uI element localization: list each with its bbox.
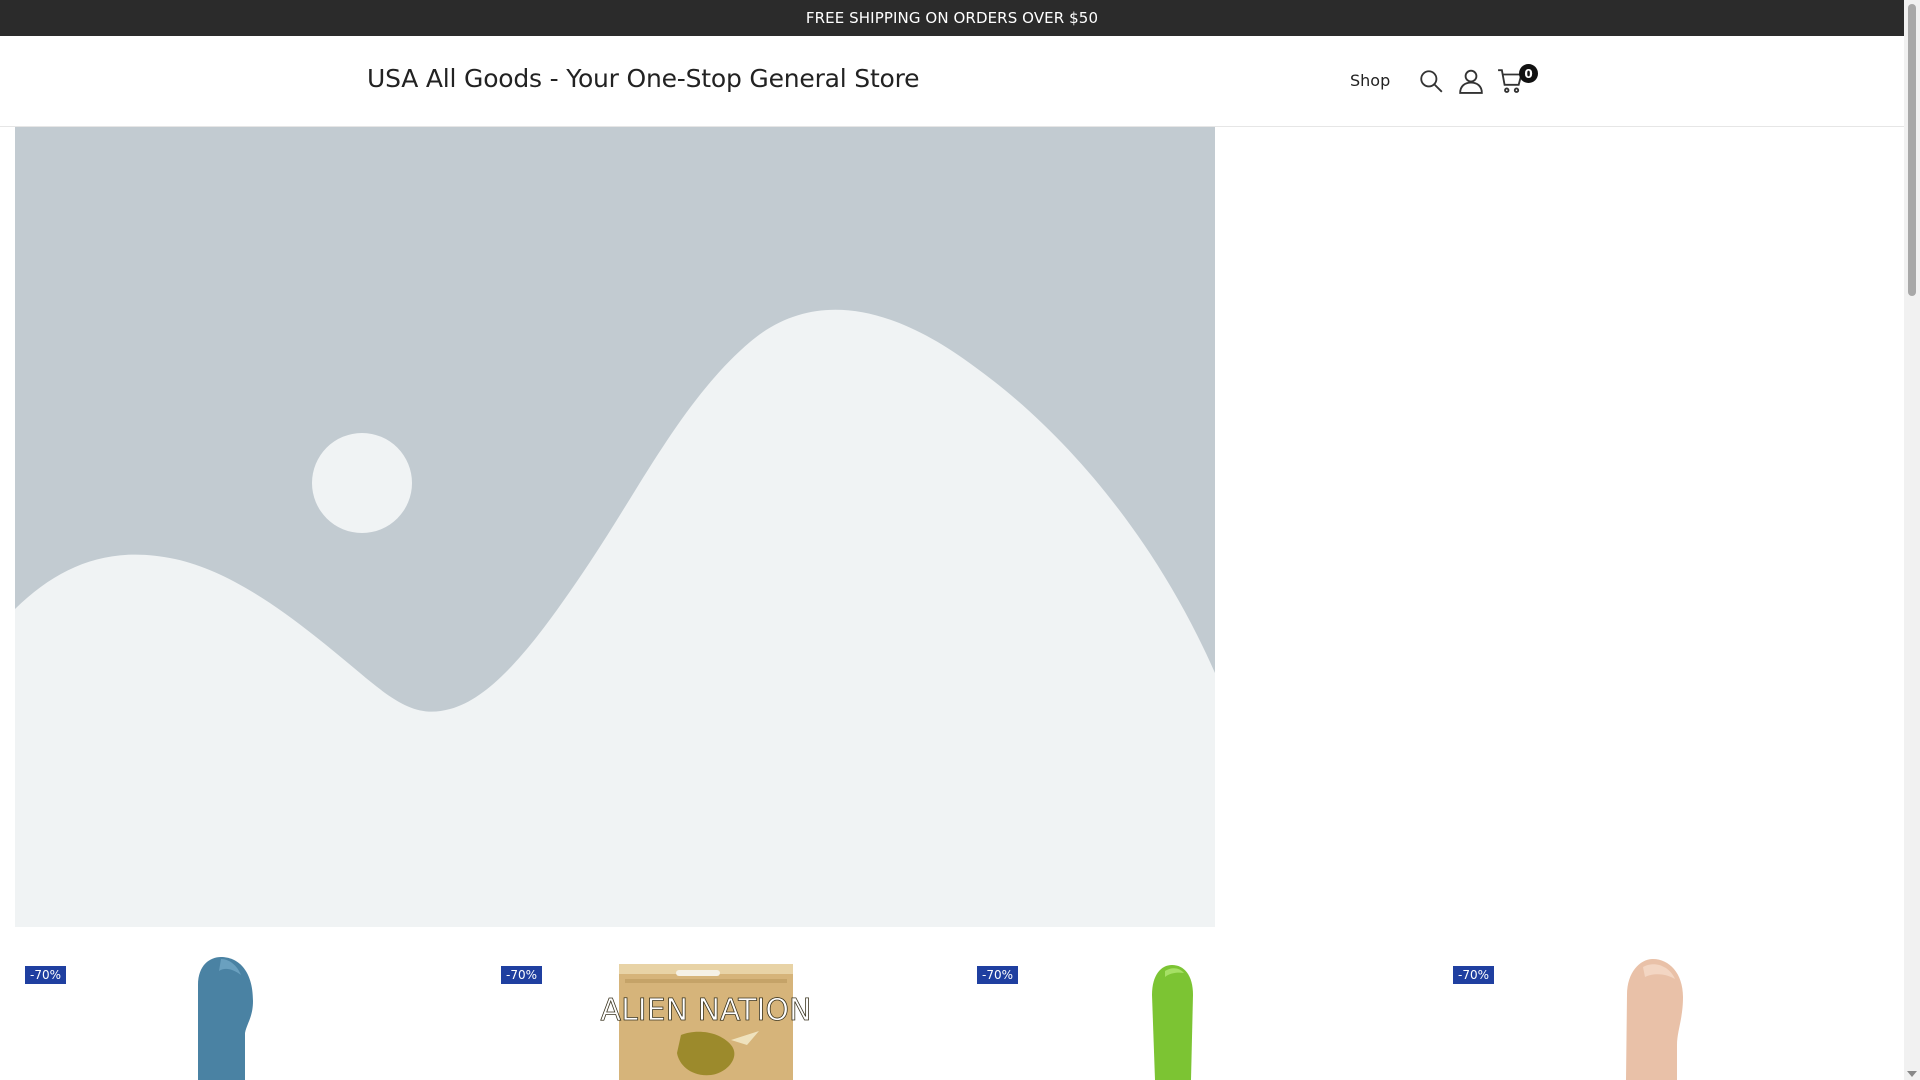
nav-shop-link[interactable]: Shop: [1350, 71, 1390, 90]
announcement-bar: FREE SHIPPING ON ORDERS OVER $50: [0, 0, 1904, 36]
product-image[interactable]: [967, 945, 1427, 1080]
product-image[interactable]: [15, 945, 475, 1080]
account-button[interactable]: [1456, 66, 1486, 96]
page-scrollbar[interactable]: [1904, 0, 1920, 1080]
product-grid: -70% -70% ALIEN NATION -70% -70%: [15, 945, 1905, 1080]
hero-image-placeholder: [15, 127, 1215, 927]
product-image[interactable]: ALIEN NATION: [491, 945, 951, 1080]
scroll-down-arrow-icon[interactable]: [1907, 1071, 1917, 1077]
product-card[interactable]: -70%: [1443, 945, 1903, 1080]
sale-badge: -70%: [977, 966, 1019, 984]
product-image[interactable]: [1443, 945, 1903, 1080]
image-placeholder-icon: [15, 127, 1215, 927]
product-card[interactable]: -70%: [967, 945, 1427, 1080]
site-title-link[interactable]: USA All Goods - Your One-Stop General St…: [367, 64, 920, 93]
search-icon: [1420, 70, 1443, 93]
scrollbar-thumb[interactable]: [1908, 4, 1916, 296]
product-card[interactable]: -70%: [15, 945, 475, 1080]
product-box-text: ALIEN NATION: [601, 993, 812, 1028]
sale-badge: -70%: [1453, 966, 1495, 984]
announcement-text: FREE SHIPPING ON ORDERS OVER $50: [805, 9, 1099, 27]
product-card[interactable]: -70% ALIEN NATION: [491, 945, 951, 1080]
sale-badge: -70%: [501, 966, 543, 984]
cart-count-badge: 0: [1519, 64, 1538, 83]
site-header: USA All Goods - Your One-Stop General St…: [0, 36, 1904, 127]
sale-badge: -70%: [25, 966, 67, 984]
search-button[interactable]: [1416, 66, 1446, 96]
user-icon: [1459, 69, 1483, 94]
